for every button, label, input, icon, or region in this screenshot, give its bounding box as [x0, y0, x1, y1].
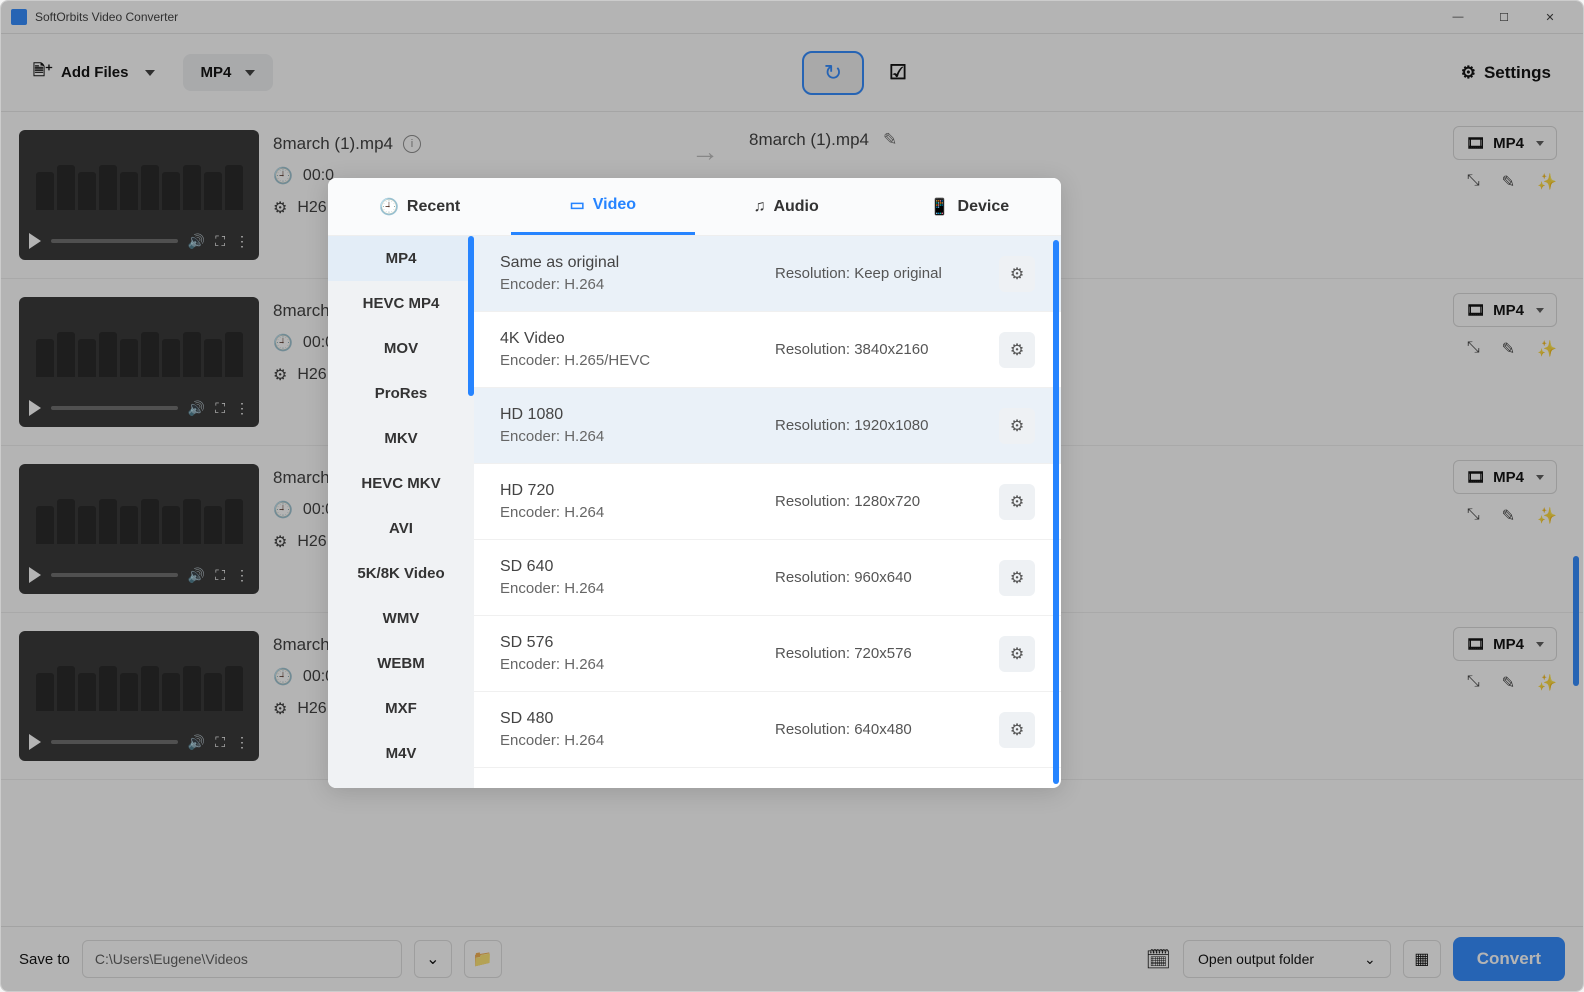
preset-resolution: Resolution: 640x480 [775, 721, 985, 738]
format-category[interactable]: WMV [328, 596, 474, 641]
tab-device[interactable]: 📱 Device [878, 178, 1061, 235]
tab-recent-label: Recent [407, 198, 460, 216]
preset-encoder: Encoder: H.265/HEVC [500, 352, 761, 369]
format-modal: 🕘 Recent ▭ Video ♫ Audio 📱 Device MP4HEV… [328, 178, 1061, 788]
preset-item[interactable]: Same as original Encoder: H.264 Resoluti… [474, 236, 1061, 312]
gear-icon: ⚙ [1010, 340, 1024, 360]
tab-video-label: Video [593, 196, 636, 214]
preset-item[interactable]: HD 1080 Encoder: H.264 Resolution: 1920x… [474, 388, 1061, 464]
device-icon: 📱 [930, 197, 950, 217]
modal-body: MP4HEVC MP4MOVProResMKVHEVC MKVAVI5K/8K … [328, 236, 1061, 788]
format-categories: MP4HEVC MP4MOVProResMKVHEVC MKVAVI5K/8K … [328, 236, 474, 788]
clock-icon: 🕘 [379, 197, 399, 217]
format-category[interactable]: AVI [328, 506, 474, 551]
modal-tabs: 🕘 Recent ▭ Video ♫ Audio 📱 Device [328, 178, 1061, 236]
gear-icon: ⚙ [1010, 720, 1024, 740]
preset-settings-button[interactable]: ⚙ [999, 712, 1035, 748]
preset-resolution: Resolution: Keep original [775, 265, 985, 282]
gear-icon: ⚙ [1010, 416, 1024, 436]
preset-settings-button[interactable]: ⚙ [999, 636, 1035, 672]
preset-resolution: Resolution: 720x576 [775, 645, 985, 662]
preset-title: SD 576 [500, 634, 761, 652]
format-category[interactable]: MXF [328, 686, 474, 731]
format-category[interactable]: HEVC MP4 [328, 281, 474, 326]
preset-encoder: Encoder: H.264 [500, 428, 761, 445]
gear-icon: ⚙ [1010, 644, 1024, 664]
preset-item[interactable]: SD 640 Encoder: H.264 Resolution: 960x64… [474, 540, 1061, 616]
preset-title: SD 640 [500, 558, 761, 576]
format-category[interactable]: HEVC MKV [328, 461, 474, 506]
format-category[interactable]: ProRes [328, 371, 474, 416]
tab-audio-label: Audio [773, 198, 818, 216]
tab-device-label: Device [958, 198, 1010, 216]
format-category[interactable]: MP4 [328, 236, 474, 281]
gear-icon: ⚙ [1010, 568, 1024, 588]
preset-settings-button[interactable]: ⚙ [999, 484, 1035, 520]
video-icon: ▭ [570, 195, 585, 215]
preset-settings-button[interactable]: ⚙ [999, 256, 1035, 292]
preset-resolution: Resolution: 1280x720 [775, 493, 985, 510]
preset-settings-button[interactable]: ⚙ [999, 332, 1035, 368]
preset-item[interactable]: SD 480 Encoder: H.264 Resolution: 640x48… [474, 692, 1061, 768]
format-category[interactable]: XVID [328, 776, 474, 788]
music-icon: ♫ [753, 198, 765, 216]
format-category[interactable]: MKV [328, 416, 474, 461]
preset-settings-button[interactable]: ⚙ [999, 408, 1035, 444]
format-category[interactable]: WEBM [328, 641, 474, 686]
gear-icon: ⚙ [1010, 264, 1024, 284]
preset-encoder: Encoder: H.264 [500, 276, 761, 293]
format-category[interactable]: MOV [328, 326, 474, 371]
format-category[interactable]: 5K/8K Video [328, 551, 474, 596]
preset-settings-button[interactable]: ⚙ [999, 560, 1035, 596]
format-category[interactable]: M4V [328, 731, 474, 776]
preset-encoder: Encoder: H.264 [500, 580, 761, 597]
preset-resolution: Resolution: 3840x2160 [775, 341, 985, 358]
preset-item[interactable]: 4K Video Encoder: H.265/HEVC Resolution:… [474, 312, 1061, 388]
preset-title: HD 720 [500, 482, 761, 500]
preset-title: SD 480 [500, 710, 761, 728]
preset-resolution: Resolution: 960x640 [775, 569, 985, 586]
preset-resolution: Resolution: 1920x1080 [775, 417, 985, 434]
preset-title: HD 1080 [500, 406, 761, 424]
preset-title: 4K Video [500, 330, 761, 348]
tab-video[interactable]: ▭ Video [511, 178, 694, 235]
preset-list: Same as original Encoder: H.264 Resoluti… [474, 236, 1061, 788]
preset-item[interactable]: HD 720 Encoder: H.264 Resolution: 1280x7… [474, 464, 1061, 540]
preset-title: Same as original [500, 254, 761, 272]
gear-icon: ⚙ [1010, 492, 1024, 512]
app-window: SoftOrbits Video Converter — ☐ ✕ 🗎⁺ Add … [0, 0, 1584, 992]
tab-audio[interactable]: ♫ Audio [695, 178, 878, 235]
tab-recent[interactable]: 🕘 Recent [328, 178, 511, 235]
preset-scrollbar[interactable] [1053, 240, 1059, 784]
preset-encoder: Encoder: H.264 [500, 504, 761, 521]
preset-item[interactable]: SD 576 Encoder: H.264 Resolution: 720x57… [474, 616, 1061, 692]
preset-encoder: Encoder: H.264 [500, 732, 761, 749]
preset-encoder: Encoder: H.264 [500, 656, 761, 673]
